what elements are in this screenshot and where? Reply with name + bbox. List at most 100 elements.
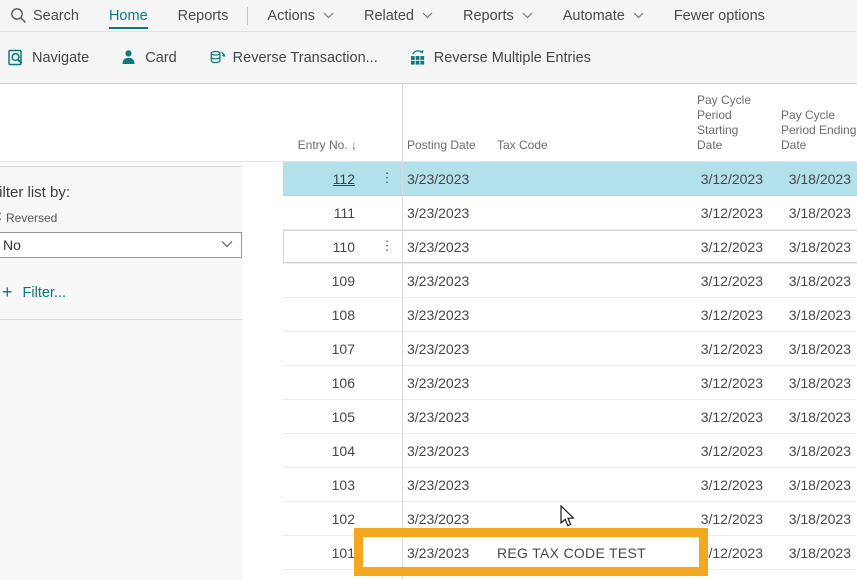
menu-item-actions[interactable]: Actions — [252, 0, 349, 31]
menu-item-related[interactable]: Related — [349, 0, 448, 31]
table-row[interactable]: 1113/23/20233/12/20233/18/2023 — [283, 196, 857, 230]
menu-item-reports[interactable]: Reports — [163, 0, 244, 31]
cell-pay-cycle-end: 3/18/2023 — [763, 307, 857, 323]
cell-pay-cycle-end: 3/18/2023 — [763, 171, 857, 187]
business-central-page: Search Home Reports Actions Related Reports Au… — [0, 0, 857, 580]
table-row[interactable]: 107 3/23/2023 3/12/20233/18/2023 — [283, 332, 857, 366]
table-body: 112⋮3/23/20233/12/20233/18/20231113/23/2… — [283, 162, 857, 570]
cell-pay-cycle-start: 3/12/2023 — [688, 205, 763, 221]
add-filter-label: Filter... — [23, 285, 67, 301]
menu-item-home[interactable]: Home — [94, 0, 163, 31]
cell-entry-no: 101 — [283, 545, 403, 561]
table-row[interactable]: 110⋮3/23/20233/12/20233/18/2023 — [283, 230, 857, 264]
entry-no-link[interactable]: 101 — [332, 545, 355, 561]
cell-pay-cycle-end: 3/18/2023 — [763, 443, 857, 459]
menu-divider — [247, 7, 248, 25]
entry-no-link[interactable]: 112 — [333, 171, 355, 187]
reversed-filter-select[interactable]: No — [0, 232, 242, 258]
cell-pay-cycle-start: 3/12/2023 — [688, 477, 763, 493]
table-row[interactable]: 1013/23/2023REG TAX CODE TEST3/12/20233/… — [283, 536, 857, 570]
cell-pay-cycle-start: 3/12/2023 — [688, 307, 763, 323]
entry-no-link[interactable]: 109 — [332, 273, 355, 289]
add-filter-button[interactable]: + Filter... — [2, 282, 66, 303]
chevron-down-icon — [422, 12, 433, 19]
content-area: Views All ⋮ Filter list by: ✕ Reversed N… — [0, 84, 857, 580]
action-button-label: Card — [145, 50, 176, 66]
cell-entry-no: 107 — [283, 341, 403, 357]
cell-entry-no: 112 ⋮ — [283, 171, 403, 187]
entry-no-link[interactable]: 103 — [332, 477, 355, 493]
action-bar: Navigate Card Reverse Transaction... Revers… — [0, 32, 857, 84]
menu-item-search[interactable]: Search — [0, 0, 94, 31]
cell-pay-cycle-end: 3/18/2023 — [763, 511, 857, 527]
action-button-label: Reverse Transaction... — [233, 50, 378, 66]
cell-pay-cycle-start: 3/12/2023 — [688, 511, 763, 527]
cell-pay-cycle-end: 3/18/2023 — [763, 341, 857, 357]
cell-pay-cycle-end: 3/18/2023 — [763, 273, 857, 289]
menu-item-label: Related — [364, 8, 414, 24]
table-row[interactable]: 106 3/23/2023 3/12/20233/18/2023 — [283, 366, 857, 400]
panel-divider — [0, 166, 242, 167]
cell-posting-date: 3/23/2023 — [403, 443, 490, 459]
table-row[interactable]: 112⋮3/23/20233/12/20233/18/2023 — [283, 162, 857, 196]
cell-posting-date: 3/23/2023 — [403, 341, 490, 357]
cell-pay-cycle-start: 3/12/2023 — [688, 341, 763, 357]
menu-item-label: Reports — [463, 8, 514, 24]
frozen-pane-divider — [402, 84, 403, 580]
column-header-posting-date[interactable]: Posting Date — [407, 138, 487, 153]
cell-pay-cycle-end: 3/18/2023 — [763, 205, 857, 221]
row-context-menu-icon[interactable]: ⋮ — [380, 238, 394, 254]
cell-pay-cycle-start: 3/12/2023 — [688, 409, 763, 425]
menu-item-label: Fewer options — [674, 8, 765, 24]
cell-posting-date: 3/23/2023 — [403, 477, 490, 493]
cell-pay-cycle-start: 3/12/2023 — [688, 375, 763, 391]
menu-item-automate[interactable]: Automate — [548, 0, 659, 31]
column-header-tax-code[interactable]: Tax Code — [497, 138, 577, 153]
menu-item-label: Reports — [178, 8, 229, 24]
card-icon — [121, 49, 138, 66]
column-header-pay-cycle-start[interactable]: Pay Cycle Period Starting Date — [697, 93, 755, 153]
card-button[interactable]: Card — [121, 49, 176, 66]
cell-pay-cycle-end: 3/18/2023 — [763, 545, 857, 561]
cell-entry-no: 102 — [283, 511, 403, 527]
reverse-transaction-icon — [209, 49, 226, 66]
cell-entry-no: 110 ⋮ — [283, 239, 403, 255]
cell-posting-date: 3/23/2023 — [403, 375, 490, 391]
column-header-entry-no[interactable]: Entry No. ↓ — [283, 138, 357, 153]
table-row[interactable]: 1053/23/20233/12/20233/18/2023 — [283, 400, 857, 434]
table-row[interactable]: 102 3/23/2023 3/12/20233/18/2023 — [283, 502, 857, 536]
entry-no-link[interactable]: 107 — [332, 341, 355, 357]
entry-no-link[interactable]: 110 — [333, 239, 355, 255]
navigate-button[interactable]: Navigate — [8, 49, 89, 66]
reverse-multiple-entries-button[interactable]: Reverse Multiple Entries — [410, 49, 591, 66]
row-context-menu-icon[interactable]: ⋮ — [380, 170, 394, 186]
entry-no-link[interactable]: 105 — [332, 409, 355, 425]
column-header-pay-cycle-end[interactable]: Pay Cycle Period Ending Date — [781, 108, 857, 153]
cell-entry-no: 108 — [283, 307, 403, 323]
menu-item-reports-2[interactable]: Reports — [448, 0, 548, 31]
table-row[interactable]: 1043/23/20233/12/20233/18/2023 — [283, 434, 857, 468]
cell-posting-date: 3/23/2023 — [403, 511, 490, 527]
menu-item-fewer-options[interactable]: Fewer options — [659, 0, 780, 31]
reversed-filter-value: No — [3, 237, 21, 253]
table-row[interactable]: 1033/23/20233/12/20233/18/2023 — [283, 468, 857, 502]
entry-no-link[interactable]: 102 — [332, 511, 355, 527]
menu-item-label: Home — [109, 8, 148, 29]
entry-no-link[interactable]: 111 — [334, 205, 355, 221]
entry-no-link[interactable]: 104 — [332, 443, 355, 459]
cell-posting-date: 3/23/2023 — [403, 239, 490, 255]
cell-pay-cycle-end: 3/18/2023 — [763, 375, 857, 391]
panel-divider — [0, 319, 242, 320]
filter-section-label: Filter list by: — [0, 184, 70, 201]
entry-no-link[interactable]: 108 — [332, 307, 355, 323]
action-button-label: Navigate — [32, 50, 89, 66]
menu-item-label: Search — [33, 8, 79, 24]
table-row[interactable]: 1083/23/20233/12/20233/18/2023 — [283, 298, 857, 332]
clear-filter-icon[interactable]: ✕ — [0, 209, 3, 225]
plus-icon: + — [2, 282, 13, 303]
reverse-transaction-button[interactable]: Reverse Transaction... — [209, 49, 378, 66]
entry-no-link[interactable]: 106 — [332, 375, 355, 391]
chevron-down-icon — [522, 12, 533, 19]
table-row[interactable]: 1093/23/20233/12/20233/18/2023 — [283, 264, 857, 298]
cell-pay-cycle-start: 3/12/2023 — [688, 171, 763, 187]
